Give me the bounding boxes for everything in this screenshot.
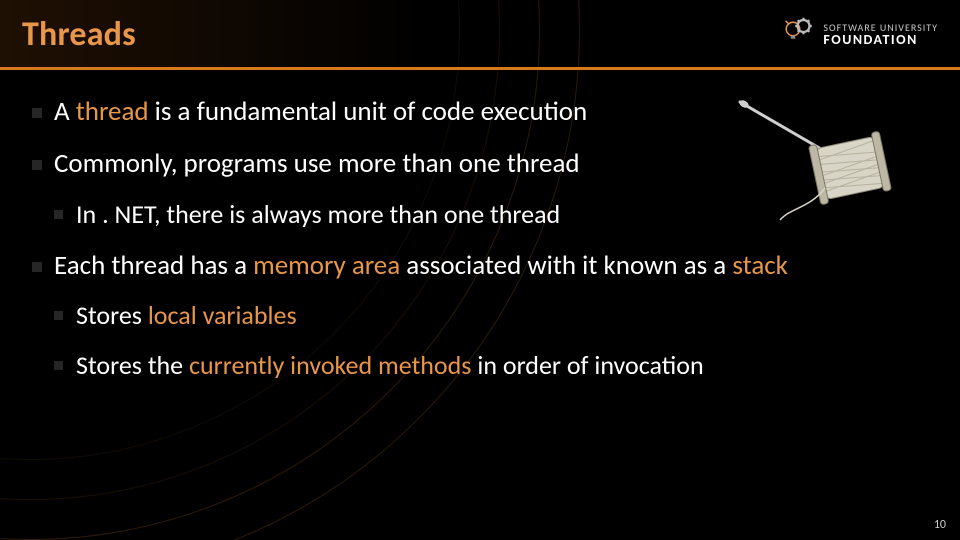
page-number: 10	[934, 518, 946, 532]
lightbulb-gear-icon	[781, 14, 817, 55]
bullet-item: A thread is a fundamental unit of code e…	[32, 94, 928, 130]
highlight-text: local variables	[148, 299, 297, 331]
body-text: Stores the	[76, 349, 189, 381]
highlight-text: currently invoked methods	[189, 349, 471, 381]
bullet-list: A thread is a fundamental unit of code e…	[32, 94, 928, 383]
slide-header: Threads	[0, 0, 960, 70]
sub-bullet-item: In . NET, there is always more than one …	[54, 197, 928, 232]
sub-bullet-item: Stores local variables	[54, 298, 928, 333]
slide-body: A thread is a fundamental unit of code e…	[0, 70, 960, 383]
body-text: is a fundamental unit of code execution	[149, 95, 588, 128]
highlight-text: thread	[76, 95, 149, 128]
bullet-item: Commonly, programs use more than one thr…	[32, 146, 928, 232]
brand-logo-text: SOFTWARE UNIVERSITY FOUNDATION	[823, 23, 938, 47]
brand-logo: SOFTWARE UNIVERSITY FOUNDATION	[781, 14, 938, 55]
body-text: Each thread has a	[54, 249, 253, 282]
sub-bullet-list: Stores local variables Stores the current…	[54, 298, 928, 382]
slide-title: Threads	[22, 14, 136, 55]
body-text: A	[54, 95, 76, 128]
highlight-text: memory area	[253, 249, 400, 282]
body-text: associated with it known as a	[400, 249, 732, 282]
body-text: In . NET, there is always more than one …	[76, 198, 560, 230]
sub-bullet-item: Stores the currently invoked methods in …	[54, 348, 928, 383]
body-text: Commonly, programs use more than one thr…	[54, 147, 580, 180]
highlight-text: stack	[732, 249, 788, 282]
bullet-item: Each thread has a memory area associated…	[32, 248, 928, 383]
body-text: Stores	[76, 299, 148, 331]
body-text: in order of invocation	[471, 349, 703, 381]
sub-bullet-list: In . NET, there is always more than one …	[54, 197, 928, 232]
brand-logo-line2: FOUNDATION	[823, 33, 938, 47]
